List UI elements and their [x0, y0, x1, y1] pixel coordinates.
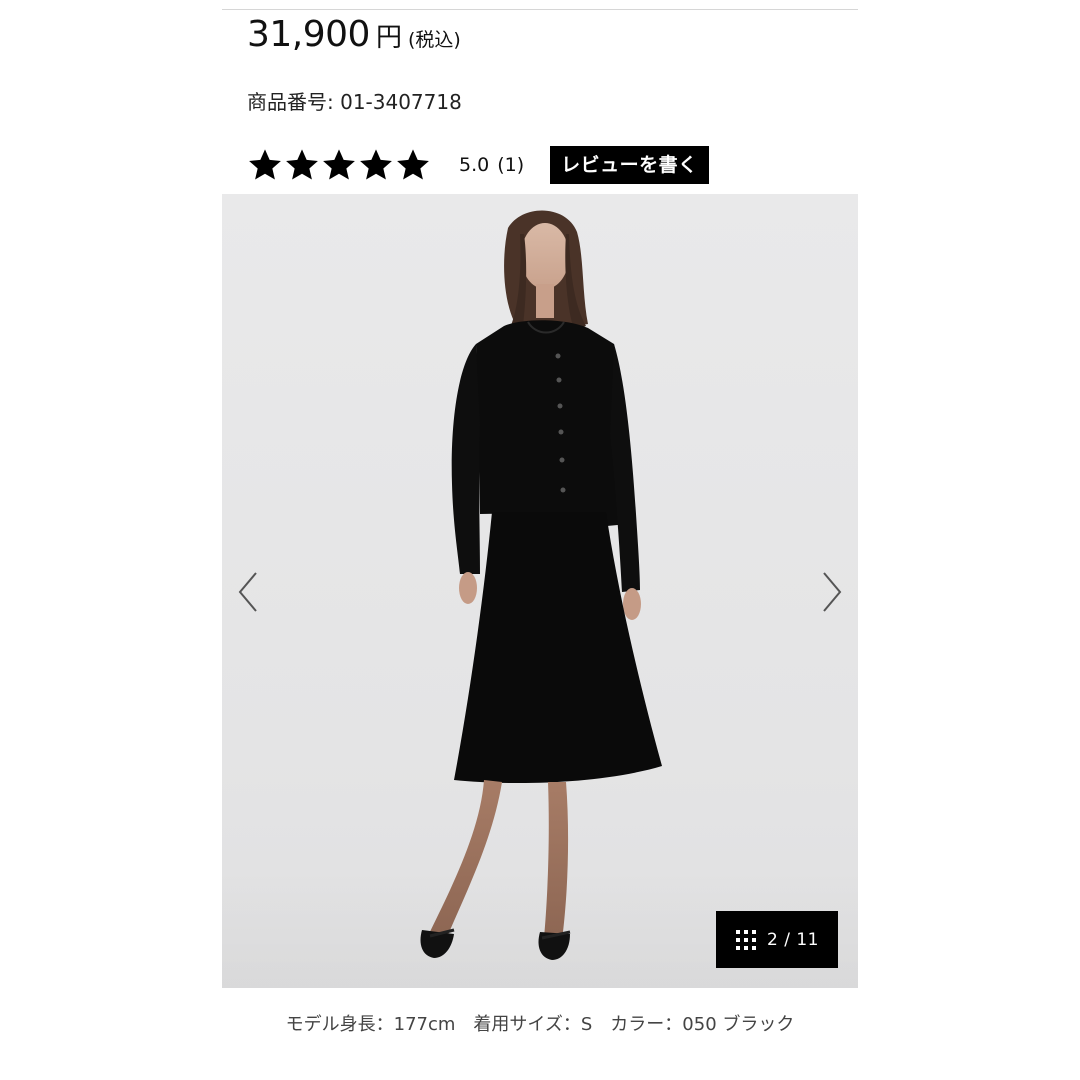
image-counter: 2 / 11: [767, 929, 819, 950]
model-info-caption: モデル身長：177cm 着用サイズ：S カラー：050 ブラック: [285, 1014, 795, 1035]
write-review-button[interactable]: レビューを書く: [550, 146, 709, 184]
grid-icon: [736, 929, 756, 950]
image-counter-button[interactable]: 2 / 11: [716, 911, 838, 968]
star-icon: [397, 149, 429, 180]
rating-score: 5.0: [459, 154, 490, 176]
star-icon: [249, 149, 281, 180]
star-icon: [360, 149, 392, 180]
top-divider: [222, 9, 858, 10]
star-icon: [286, 149, 318, 180]
star-icon: [323, 149, 355, 180]
chevron-left-icon[interactable]: [236, 571, 260, 613]
price-value: 31,900: [247, 14, 370, 55]
product-number: 商品番号: 01-3407718: [247, 90, 462, 114]
tax-note: (税込): [407, 29, 461, 51]
rating-row: 5.0 (1) レビューを書く: [247, 146, 709, 184]
price-currency: 円: [375, 23, 402, 53]
product-photo: [420, 210, 662, 960]
chevron-right-icon[interactable]: [820, 571, 844, 613]
review-count[interactable]: (1): [497, 154, 524, 176]
price-block: 31,900 円 (税込): [247, 14, 461, 55]
star-rating: [247, 147, 431, 183]
product-image-gallery[interactable]: 2 / 11: [222, 194, 858, 988]
